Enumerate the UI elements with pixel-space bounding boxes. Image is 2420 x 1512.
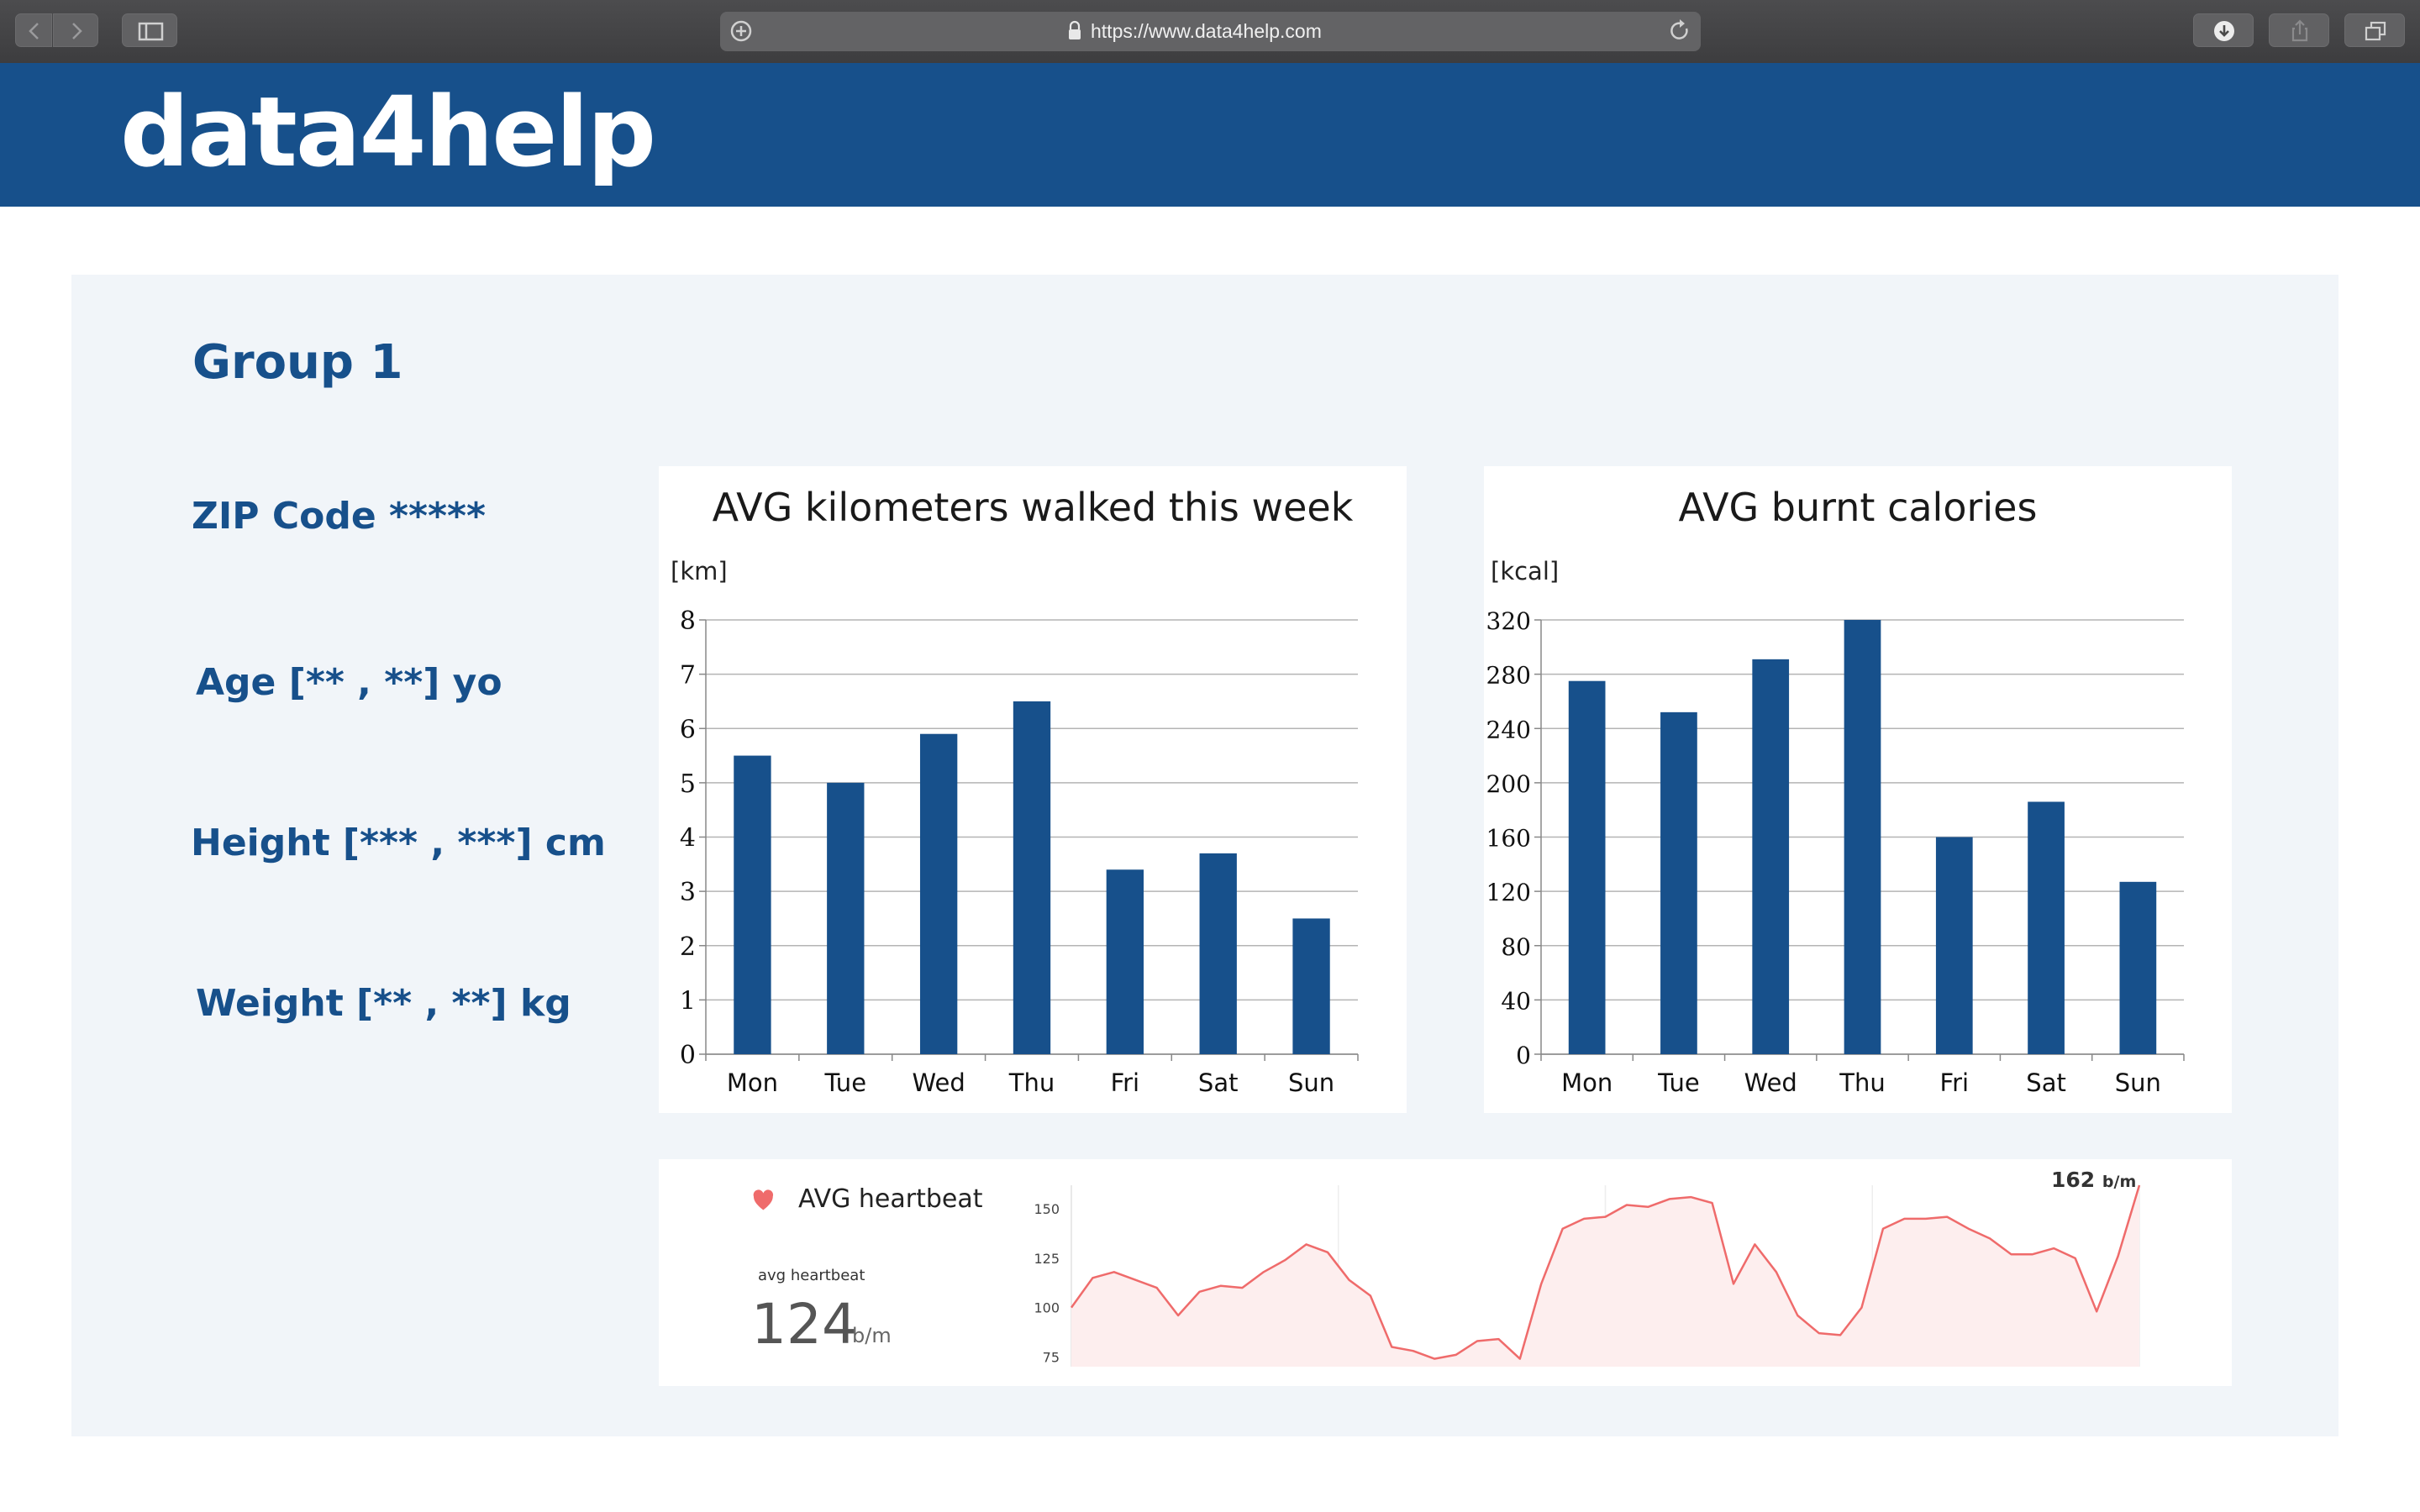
y-tick-label: 0	[1516, 1042, 1531, 1069]
y-tick-label: 75	[1043, 1349, 1060, 1365]
bar-mon	[734, 755, 771, 1054]
height-label: Height [*** , ***] cm	[191, 822, 606, 864]
age-label: Age [** , **] yo	[196, 661, 502, 704]
site-header: data4help	[0, 63, 2420, 207]
group-panel: Group 1 ZIP Code ***** Age [** , **] yo …	[71, 275, 2338, 1436]
bar-sat	[2028, 801, 2065, 1054]
y-tick-label: 120	[1486, 879, 1531, 906]
y-tick-label: 2	[680, 932, 696, 962]
bar-tue	[1660, 711, 1697, 1054]
x-tick-label: Fri	[1111, 1068, 1140, 1097]
reload-icon[interactable]	[1664, 12, 1697, 51]
x-tick-label: Sun	[1288, 1068, 1334, 1097]
km-chart-card: AVG kilometers walked this week [km] 012…	[659, 466, 1407, 1113]
chevron-left-icon	[29, 23, 39, 39]
x-tick-label: Tue	[824, 1068, 867, 1097]
x-tick-label: Wed	[913, 1068, 965, 1097]
browser-toolbar: https://www.data4help.com	[0, 0, 2420, 63]
y-tick-label: 6	[680, 715, 696, 744]
y-tick-label: 40	[1501, 987, 1531, 1015]
x-tick-label: Sat	[2026, 1068, 2066, 1097]
bar-thu	[1013, 701, 1051, 1054]
logo[interactable]: data4help	[120, 76, 656, 189]
lock-icon	[1069, 20, 1081, 39]
y-tick-label: 4	[680, 824, 696, 853]
y-tick-label: 200	[1486, 770, 1531, 798]
x-tick-label: Sun	[2115, 1068, 2161, 1097]
add-tab-icon[interactable]	[723, 12, 757, 51]
x-tick-label: Thu	[1008, 1068, 1055, 1097]
address-bar[interactable]: https://www.data4help.com	[720, 12, 1701, 51]
y-tick-label: 7	[680, 661, 696, 690]
sidebar-toggle-button[interactable]	[122, 13, 177, 47]
zip-code-label: ZIP Code *****	[192, 495, 487, 538]
x-tick-label: Tue	[1657, 1068, 1700, 1097]
tabs-overview-button[interactable]	[2344, 13, 2405, 47]
bar-wed	[1752, 659, 1790, 1054]
downloads-button[interactable]	[2193, 13, 2254, 47]
y-tick-label: 320	[1486, 607, 1531, 635]
x-tick-label: Thu	[1839, 1068, 1885, 1097]
y-tick-label: 150	[1034, 1201, 1060, 1217]
x-tick-label: Wed	[1744, 1068, 1797, 1097]
y-tick-label: 3	[680, 878, 696, 907]
x-tick-label: Mon	[1561, 1068, 1612, 1097]
bar-fri	[1935, 837, 1973, 1054]
bar-fri	[1106, 869, 1144, 1054]
share-button[interactable]	[2269, 13, 2329, 47]
back-button[interactable]	[15, 13, 52, 47]
bar-mon	[1568, 680, 1606, 1054]
y-tick-label: 160	[1486, 825, 1531, 853]
tabs-icon	[2365, 21, 2386, 41]
bar-sun	[1292, 918, 1330, 1054]
group-title: Group 1	[192, 335, 403, 390]
km-bar-chart: 0 1 2 3 4 5 6 7 8 Mon Tue Wed Thu Fri Sat Sun	[680, 606, 1359, 1097]
x-tick-label: Fri	[1940, 1068, 1970, 1097]
x-tick-label: Sat	[1198, 1068, 1239, 1097]
calories-chart-card: AVG burnt calories [kcal] 0 40 80 120 160 200…	[1484, 466, 2232, 1113]
heartbeat-area-chart: 75 100 125 150	[1034, 1184, 2141, 1367]
y-tick-label: 80	[1501, 933, 1531, 961]
sidebar-icon	[138, 22, 164, 41]
weight-label: Weight [** , **] kg	[196, 982, 571, 1025]
url-text: https://www.data4help.com	[1091, 20, 1322, 42]
download-icon	[2214, 21, 2234, 41]
x-tick-label: Mon	[727, 1068, 778, 1097]
y-tick-label: 100	[1034, 1300, 1060, 1316]
bar-sat	[1199, 853, 1237, 1054]
y-tick-label: 280	[1486, 662, 1531, 690]
share-icon	[2291, 19, 2308, 42]
bar-tue	[827, 782, 865, 1054]
y-tick-label: 125	[1034, 1251, 1060, 1267]
bar-sun	[2119, 881, 2157, 1054]
y-tick-label: 0	[680, 1041, 696, 1070]
chevron-right-icon	[72, 23, 82, 39]
y-tick-label: 240	[1486, 716, 1531, 743]
y-tick-label: 5	[680, 769, 696, 799]
bar-thu	[1844, 620, 1881, 1054]
y-tick-label: 8	[680, 606, 696, 636]
calories-bar-chart: 0 40 80 120 160 200 240 280 320 Mon Tue Wed Thu Fri Sa…	[1486, 607, 2185, 1097]
forward-button[interactable]	[53, 13, 98, 47]
heartbeat-card: AVG heartbeat avg heartbeat 124 b/m 162 …	[659, 1159, 2232, 1386]
bar-wed	[919, 733, 958, 1054]
y-tick-label: 1	[680, 986, 696, 1016]
